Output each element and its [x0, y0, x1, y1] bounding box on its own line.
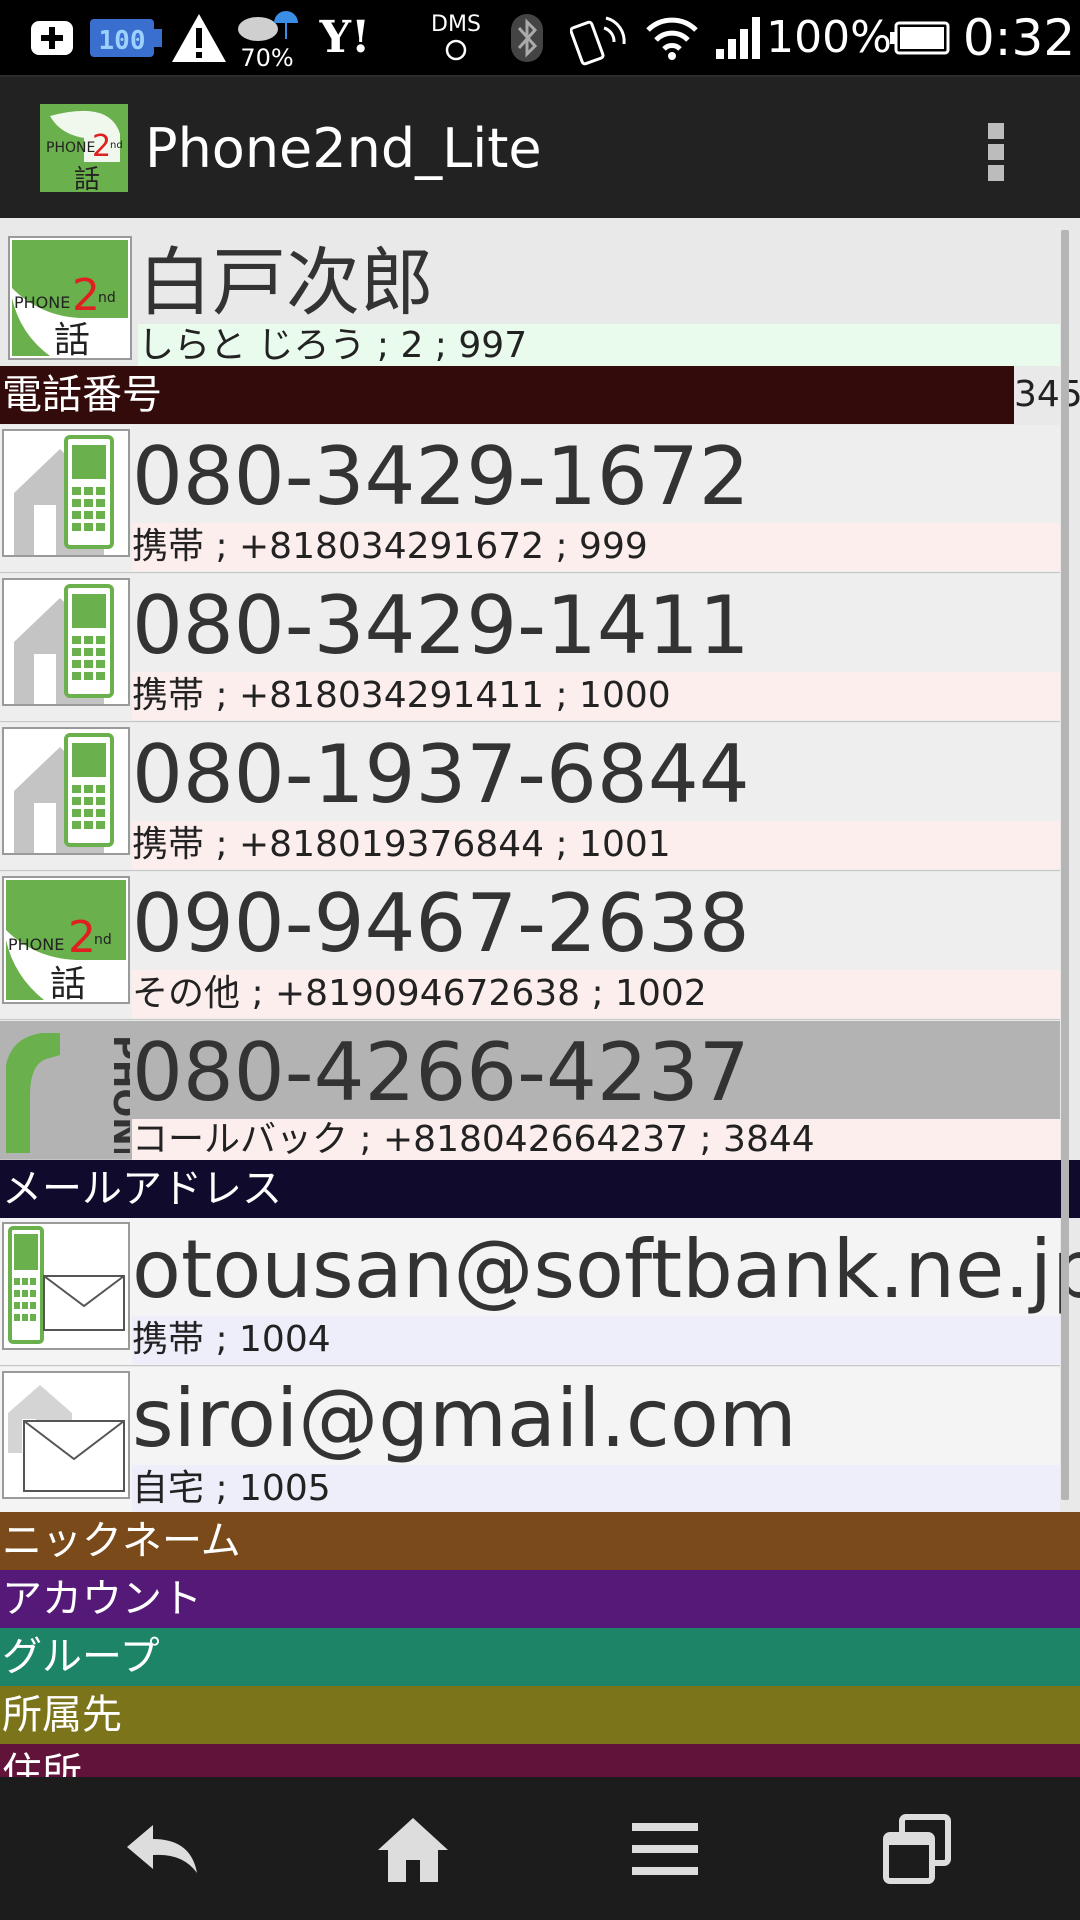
svg-text:PHONE: PHONE	[105, 1035, 130, 1153]
home-mobile-icon	[2, 727, 130, 855]
phone-number: 080-3429-1672	[132, 430, 750, 523]
section-title: 電話番号	[2, 372, 162, 418]
action-bar: PHONE 2nd 話 Phone2nd_Lite	[0, 75, 1080, 218]
phone-detail: コールバック ; +818042664237 ; 3844	[132, 1119, 815, 1160]
signal-icon	[712, 0, 764, 75]
phone-number: 090-9467-2638	[132, 877, 750, 970]
recent-apps-icon[interactable]	[872, 1809, 962, 1889]
phone-entry[interactable]: 080-3429-1411 携帯 ; +818034291411 ; 1000	[0, 574, 1060, 722]
phone-number: 080-3429-1411	[132, 579, 750, 672]
email-address: otousan@softbank.ne.jp	[132, 1223, 1080, 1316]
app-logo-icon[interactable]: PHONE 2nd 話	[40, 104, 128, 195]
home-mail-icon	[2, 1371, 130, 1499]
yahoo-icon: Y!	[319, 12, 371, 63]
svg-text:2: 2	[68, 912, 96, 963]
svg-text:nd: nd	[110, 140, 123, 151]
phone-entry[interactable]: 080-1937-6844 携帯 ; +818019376844 ; 1001	[0, 723, 1060, 871]
svg-text:PHONE: PHONE	[14, 293, 70, 312]
battery-plus-icon	[22, 0, 82, 75]
mobile-mail-icon	[2, 1222, 130, 1350]
section-title: メールアドレス	[2, 1166, 282, 1212]
phone-detail: 携帯 ; +818019376844 ; 1001	[132, 824, 671, 865]
menu-icon[interactable]	[620, 1809, 710, 1889]
svg-text:nd: nd	[98, 290, 116, 306]
home-mobile-icon	[2, 578, 130, 706]
phone-number: 080-4266-4237	[132, 1026, 750, 1119]
scrollbar[interactable]	[1061, 230, 1069, 1500]
section-account[interactable]: アカウント	[0, 1570, 1080, 1628]
section-phone-numbers[interactable]: 電話番号 345	[0, 366, 1080, 424]
svg-text:話: 話	[50, 964, 86, 1002]
section-nickname[interactable]: ニックネーム	[0, 1512, 1080, 1570]
svg-text:話: 話	[54, 320, 90, 358]
svg-text:PHONE: PHONE	[46, 140, 95, 156]
contact-reading: しらと じろう ; 2 ; 997	[138, 325, 528, 366]
svg-text:2: 2	[92, 129, 111, 164]
app-title: Phone2nd_Lite	[145, 117, 542, 180]
svg-text:100: 100	[99, 26, 146, 56]
dms-icon: DMS	[428, 0, 484, 75]
battery-percent: 100%	[766, 12, 892, 63]
wifi-icon	[642, 0, 702, 75]
clock: 0:32	[962, 8, 1076, 67]
email-detail: 携帯 ; 1004	[132, 1319, 331, 1360]
phone-number: 080-1937-6844	[132, 728, 750, 821]
battery-saver-icon: 100	[86, 0, 166, 75]
phone-detail: 携帯 ; +818034291411 ; 1000	[132, 675, 671, 716]
svg-text:PHONE: PHONE	[8, 935, 64, 954]
phone-entry[interactable]: 080-3429-1672 携帯 ; +818034291672 ; 999	[0, 425, 1060, 573]
phone2nd-logo-icon: PHONE 2nd 話	[8, 236, 132, 361]
phone-detail: 携帯 ; +818034291672 ; 999	[132, 526, 648, 567]
weather-percent: 70%	[240, 43, 294, 72]
email-detail: 自宅 ; 1005	[132, 1468, 331, 1509]
phone2nd-logo-icon: PHONE 2nd 話	[2, 876, 130, 1004]
section-count: 345	[1014, 366, 1080, 424]
contact-header[interactable]: PHONE 2nd 話 白戸次郎 しらと じろう ; 2 ; 997	[0, 228, 1060, 368]
contact-detail-list[interactable]: PHONE 2nd 話 白戸次郎 しらと じろう ; 2 ; 997 電話番号 34…	[0, 218, 1080, 1777]
section-address[interactable]: 住所	[0, 1744, 1080, 1777]
weather-icon: 70%	[232, 0, 302, 75]
svg-text:話: 話	[74, 165, 100, 192]
phone-detail: その他 ; +819094672638 ; 1002	[132, 973, 707, 1014]
email-address: siroi@gmail.com	[132, 1372, 797, 1465]
phone-entry-selected[interactable]: PHONE 080-4266-4237 コールバック ; +8180426642…	[0, 1021, 1060, 1160]
home-mobile-icon	[2, 429, 130, 557]
email-entry[interactable]: siroi@gmail.com 自宅 ; 1005	[0, 1367, 1060, 1515]
section-group[interactable]: グループ	[0, 1628, 1080, 1686]
phone-handset-icon: PHONE	[2, 1025, 130, 1153]
overflow-menu-icon[interactable]	[975, 117, 1019, 187]
section-email-addresses[interactable]: メールアドレス	[0, 1160, 1080, 1218]
battery-icon	[888, 0, 952, 75]
svg-text:2: 2	[72, 270, 100, 321]
bluetooth-icon	[506, 0, 548, 75]
section-affiliation[interactable]: 所属先	[0, 1686, 1080, 1744]
nfc-phone-icon	[568, 0, 634, 75]
home-icon[interactable]	[368, 1809, 458, 1889]
email-entry[interactable]: otousan@softbank.ne.jp 携帯 ; 1004	[0, 1218, 1080, 1366]
contact-name: 白戸次郎	[138, 240, 434, 326]
warning-icon	[168, 0, 230, 75]
phone-entry[interactable]: PHONE 2nd 話 090-9467-2638 その他 ; +819094672…	[0, 872, 1060, 1020]
navigation-bar	[0, 1777, 1080, 1920]
status-bar: 100 70% Y! DMS 100% 0:32	[0, 0, 1080, 75]
back-icon[interactable]	[118, 1809, 208, 1889]
svg-text:nd: nd	[94, 932, 112, 948]
